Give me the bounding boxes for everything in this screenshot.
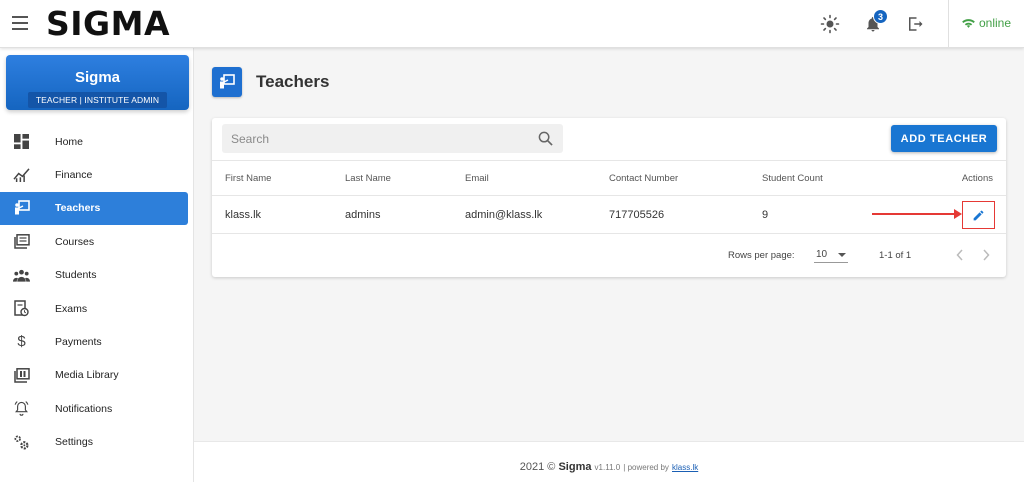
role-badge: TEACHER | INSTITUTE ADMIN bbox=[27, 92, 168, 108]
app-logo[interactable]: SIGMA bbox=[46, 4, 170, 43]
brand-card: Sigma TEACHER | INSTITUTE ADMIN bbox=[6, 55, 189, 110]
annotation-arrow bbox=[872, 209, 962, 219]
sidebar-item-home[interactable]: Home bbox=[0, 125, 194, 158]
chart-icon bbox=[13, 166, 30, 183]
sidebar-item-teachers[interactable]: Teachers bbox=[0, 191, 188, 226]
sidebar-item-label: Teachers bbox=[55, 202, 101, 215]
chevron-right-icon bbox=[983, 249, 990, 261]
page-header: Teachers bbox=[212, 67, 329, 97]
top-app-bar: SIGMA 3 online bbox=[0, 0, 1024, 48]
pencil-icon bbox=[973, 210, 984, 220]
footer-brand: Sigma bbox=[558, 461, 592, 473]
footer-version: v1.11.0 bbox=[594, 463, 621, 472]
table-header: First Name Last Name Email Contact Numbe… bbox=[212, 160, 1006, 196]
logout-icon[interactable] bbox=[903, 12, 927, 36]
column-header-actions: Actions bbox=[961, 172, 993, 184]
notification-badge: 3 bbox=[873, 9, 888, 24]
column-header-first-name[interactable]: First Name bbox=[225, 161, 271, 195]
sidebar-item-label: Students bbox=[55, 269, 97, 282]
column-header-email[interactable]: Email bbox=[465, 161, 489, 195]
wifi-icon bbox=[962, 18, 975, 28]
teachers-table-card: ADD TEACHER First Name Last Name Email C… bbox=[212, 118, 1006, 277]
settings-icon bbox=[13, 434, 30, 451]
footer-powered-by: | powered by bbox=[623, 463, 669, 472]
exams-icon bbox=[13, 300, 30, 317]
sidebar-item-label: Settings bbox=[55, 436, 93, 449]
chevron-down-icon bbox=[838, 253, 846, 257]
sidebar-item-label: Notifications bbox=[55, 402, 113, 415]
rows-per-page-value: 10 bbox=[816, 249, 828, 260]
topbar-divider bbox=[948, 0, 949, 48]
sidebar-item-label: Media Library bbox=[55, 369, 119, 382]
sidebar-item-label: Exams bbox=[55, 302, 88, 315]
media-library-icon bbox=[13, 367, 30, 384]
teacher-icon bbox=[13, 200, 30, 217]
sidebar-item-courses[interactable]: Courses bbox=[0, 225, 194, 258]
cell-student-count: 9 bbox=[762, 208, 769, 221]
footer: 2021 © Sigma v1.11.0 | powered by klass.… bbox=[194, 441, 1024, 482]
sidebar-item-label: Home bbox=[55, 135, 84, 148]
next-page-button[interactable] bbox=[976, 245, 996, 265]
courses-icon bbox=[13, 233, 30, 250]
connection-status: online bbox=[962, 16, 1011, 30]
search-input[interactable] bbox=[222, 124, 522, 153]
rows-per-page-select[interactable]: 10 bbox=[814, 245, 848, 263]
sidebar-item-exams[interactable]: Exams bbox=[0, 292, 194, 325]
column-header-student-count[interactable]: Student Count bbox=[762, 161, 823, 195]
page-title: Teachers bbox=[256, 72, 330, 91]
sidebar-item-settings[interactable]: Settings bbox=[0, 426, 194, 459]
previous-page-button[interactable] bbox=[950, 245, 970, 265]
dashboard-icon bbox=[13, 133, 30, 150]
footer-copyright: 2021 © bbox=[519, 461, 556, 473]
column-header-last-name[interactable]: Last Name bbox=[345, 161, 391, 195]
search-box bbox=[222, 124, 563, 153]
teacher-icon bbox=[212, 67, 242, 97]
sidebar-item-finance[interactable]: Finance bbox=[0, 158, 194, 191]
sidebar-item-label: Courses bbox=[55, 235, 95, 248]
cell-contact-number: 717705526 bbox=[609, 208, 665, 221]
sidebar-item-label: Finance bbox=[55, 169, 93, 182]
cell-email: admin@klass.lk bbox=[465, 208, 543, 221]
cell-last-name: admins bbox=[345, 208, 381, 221]
notifications-icon bbox=[13, 400, 30, 417]
rows-per-page-label: Rows per page: bbox=[728, 250, 795, 261]
sidebar-item-notifications[interactable]: Notifications bbox=[0, 392, 194, 425]
sidebar-item-media-library[interactable]: Media Library bbox=[0, 359, 194, 392]
chevron-left-icon bbox=[956, 249, 963, 261]
sidebar-nav: Home Finance Teachers Courses Students E… bbox=[0, 125, 194, 459]
cell-first-name: klass.lk bbox=[225, 208, 262, 221]
sidebar-item-label: Payments bbox=[55, 336, 102, 349]
sidebar: Sigma TEACHER | INSTITUTE ADMIN Home Fin… bbox=[0, 48, 194, 482]
students-icon bbox=[13, 267, 30, 284]
column-header-contact-number[interactable]: Contact Number bbox=[609, 161, 678, 195]
dollar-icon: $ bbox=[17, 333, 26, 351]
search-icon[interactable] bbox=[538, 131, 553, 151]
sidebar-item-students[interactable]: Students bbox=[0, 259, 194, 292]
footer-link[interactable]: klass.lk bbox=[672, 463, 698, 472]
add-teacher-button[interactable]: ADD TEACHER bbox=[891, 125, 997, 152]
table-row: klass.lk admins admin@klass.lk 717705526… bbox=[212, 196, 1006, 234]
edit-button[interactable] bbox=[962, 201, 995, 229]
brightness-icon[interactable] bbox=[818, 12, 842, 36]
brand-title: Sigma bbox=[74, 69, 120, 86]
page-range: 1-1 of 1 bbox=[879, 250, 912, 261]
table-pagination: Rows per page: 10 1-1 of 1 bbox=[212, 235, 1006, 277]
sidebar-item-payments[interactable]: $ Payments bbox=[0, 325, 194, 358]
menu-icon[interactable] bbox=[12, 16, 28, 30]
status-label: online bbox=[979, 16, 1012, 30]
